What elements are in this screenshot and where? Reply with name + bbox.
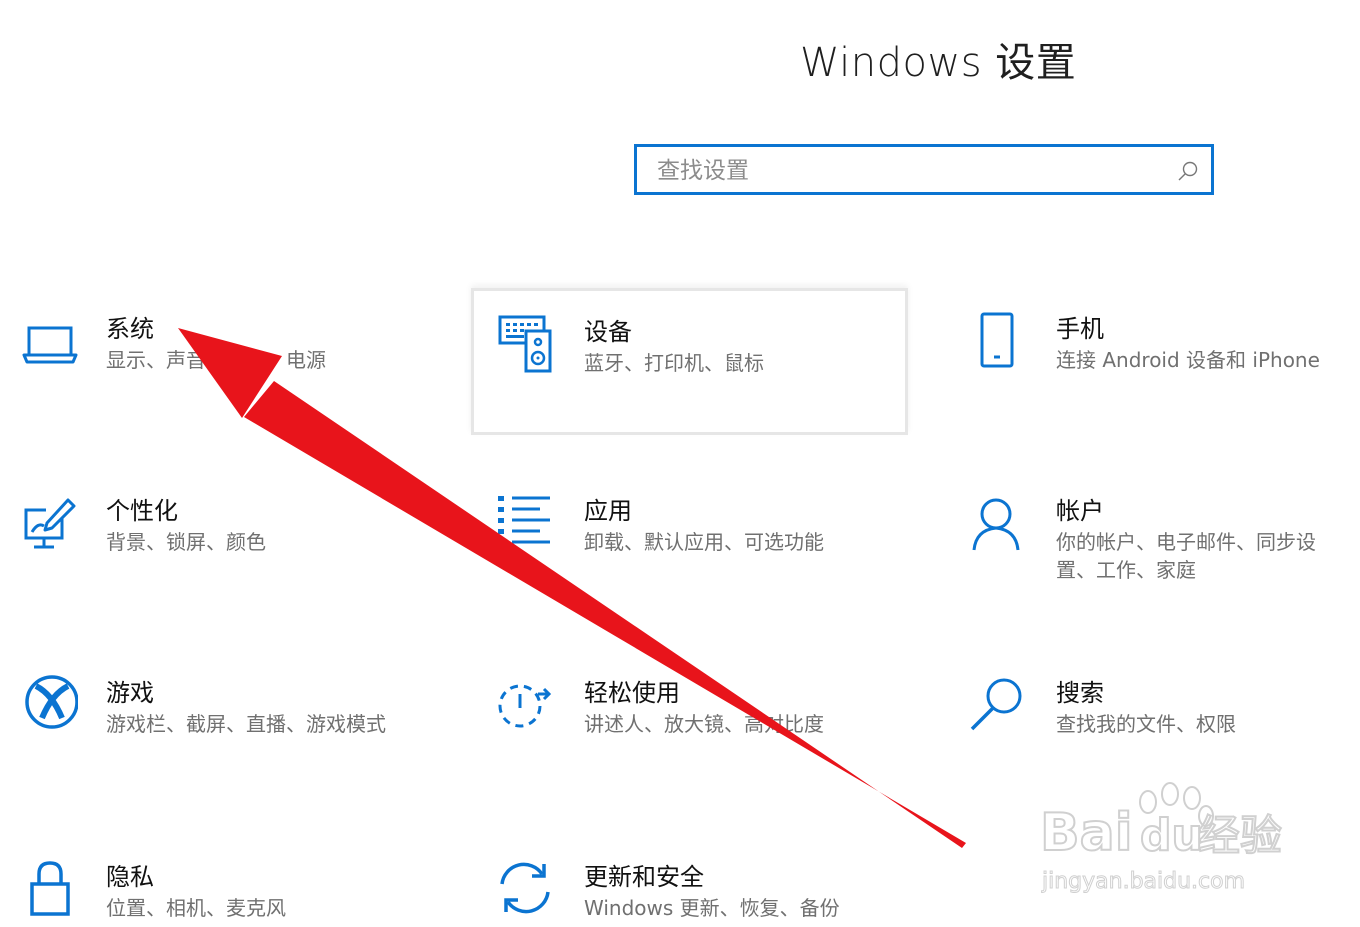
tile-name: 更新和安全 (584, 863, 704, 891)
tile-update-security[interactable]: 更新和安全 Windows 更新、恢复、备份 (478, 836, 908, 927)
search-input[interactable] (655, 155, 1159, 187)
tile-name: 应用 (584, 497, 632, 525)
tile-name: 帐户 (1056, 497, 1104, 525)
tile-system[interactable]: 系统 显示、声音、通知、电源 (0, 288, 430, 428)
magnifier-icon[interactable] (1177, 161, 1199, 187)
tile-name: 隐私 (106, 863, 154, 891)
apps-icon (494, 492, 556, 554)
tile-name: 个性化 (106, 497, 178, 525)
tile-desc: 连接 Android 设备和 iPhone (1056, 348, 1320, 372)
tile-name: 搜索 (1056, 679, 1104, 707)
tile-desc: 卸载、默认应用、可选功能 (584, 530, 824, 554)
tile-name: 系统 (106, 315, 154, 343)
tile-apps[interactable]: 应用 卸载、默认应用、可选功能 (478, 470, 908, 610)
tile-desc: Windows 更新、恢复、备份 (584, 896, 840, 920)
tile-devices[interactable]: 设备 蓝牙、打印机、鼠标 (471, 288, 908, 435)
account-icon (968, 492, 1030, 554)
baidu-watermark: Bai du 经验 jingyan.baidu.com (1039, 780, 1290, 904)
tile-desc: 位置、相机、麦克风 (106, 896, 286, 920)
svg-text:经验: 经验 (1198, 811, 1282, 860)
baidu-paw-logo: Bai du 经验 jingyan.baidu.com (1039, 782, 1283, 895)
svg-text:jingyan.baidu.com: jingyan.baidu.com (1041, 869, 1245, 894)
tile-desc: 蓝牙、打印机、鼠标 (584, 351, 764, 375)
tile-name: 设备 (584, 318, 632, 346)
laptop-icon (16, 310, 78, 372)
ease-of-access-icon (494, 674, 556, 736)
devices-icon (496, 313, 558, 375)
tile-ease-of-access[interactable]: 轻松使用 讲述人、放大镜、高对比度 (478, 652, 908, 792)
tile-desc: 讲述人、放大镜、高对比度 (584, 712, 824, 736)
tile-desc: 背景、锁屏、颜色 (106, 530, 266, 554)
update-sync-icon (494, 858, 556, 920)
tile-accounts[interactable]: 帐户 你的帐户、电子邮件、同步设置、工作、家庭 (950, 470, 1360, 620)
tile-search[interactable]: 搜索 查找我的文件、权限 (950, 652, 1360, 792)
tile-phone[interactable]: 手机 连接 Android 设备和 iPhone (950, 288, 1360, 428)
tile-name: 手机 (1056, 315, 1104, 343)
xbox-icon (16, 674, 79, 736)
tile-desc: 游戏栏、截屏、直播、游戏模式 (106, 712, 386, 736)
personalization-icon (16, 492, 78, 554)
tile-desc: 显示、声音、通知、电源 (106, 348, 326, 372)
lock-icon (16, 858, 78, 920)
tile-desc: 你的帐户、电子邮件、同步设置、工作、家庭 (1056, 530, 1316, 582)
tile-desc: 查找我的文件、权限 (1056, 712, 1236, 736)
svg-text:Bai: Bai (1040, 803, 1133, 863)
search-box[interactable] (634, 144, 1214, 195)
phone-icon (968, 310, 1030, 372)
tile-name: 游戏 (106, 679, 154, 707)
tile-name: 轻松使用 (584, 679, 680, 707)
tile-gaming[interactable]: 游戏 游戏栏、截屏、直播、游戏模式 (0, 652, 430, 792)
tile-privacy[interactable]: 隐私 位置、相机、麦克风 (0, 836, 430, 927)
search-icon (968, 674, 1030, 736)
tile-personalization[interactable]: 个性化 背景、锁屏、颜色 (0, 470, 430, 610)
page-title: Windows 设置 (800, 40, 1077, 86)
svg-text:du: du (1140, 810, 1203, 861)
